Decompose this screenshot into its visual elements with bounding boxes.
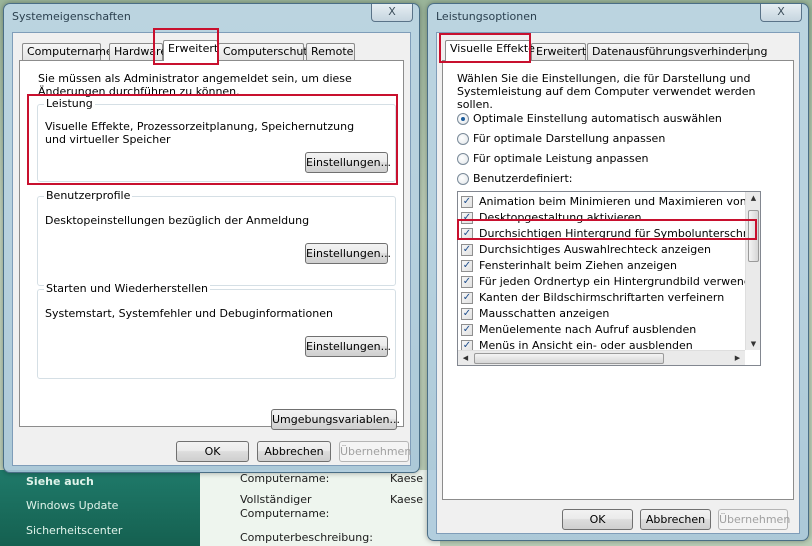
window-title: Leistungsoptionen — [436, 10, 537, 23]
computer-name-label: Computername: — [240, 472, 330, 485]
checkbox-checked-icon[interactable]: ✓ — [461, 260, 473, 272]
user-profiles-group-label: Benutzerprofile — [44, 189, 133, 202]
tab-remote[interactable]: Remote — [306, 43, 355, 60]
checkbox-checked-icon[interactable]: ✓ — [461, 244, 473, 256]
radio-button-checked[interactable] — [457, 113, 469, 125]
performance-group-label: Leistung — [44, 97, 95, 110]
effects-listbox[interactable]: ✓ Animation beim Minimieren und Maximiere… — [457, 191, 761, 366]
full-computer-name-label: Vollständiger Computername: — [240, 493, 330, 520]
title-bar[interactable]: Systemeigenschaften X — [4, 4, 419, 30]
checkbox-checked-icon[interactable]: ✓ — [461, 324, 473, 336]
checkbox-checked-icon[interactable]: ✓ — [461, 276, 473, 288]
horizontal-scrollbar[interactable]: ◀ ▶ — [458, 350, 745, 365]
user-profiles-description: Desktopeinstellungen bezüglich der Anmel… — [45, 214, 310, 227]
user-profiles-settings-button[interactable]: Einstellungen... — [305, 243, 391, 264]
advanced-tab-panel: Sie müssen als Administrator angemeldet … — [19, 60, 404, 430]
close-button[interactable]: X — [371, 4, 413, 22]
computer-name-value: Kaese — [390, 472, 424, 485]
effect-label: Kanten der Bildschirmschriftarten verfei… — [479, 291, 725, 304]
performance-description: Visuelle Effekte, Prozessorzeitplanung, … — [45, 120, 355, 146]
apply-button[interactable]: Übernehmen — [339, 441, 411, 462]
effect-label: Für jeden Ordnertyp ein Hintergrundbild … — [479, 275, 761, 288]
effect-label: Durchsichtiges Auswahlrechteck anzeigen — [479, 243, 711, 256]
computer-info-panel: Computername: Kaese Vollständiger Comput… — [200, 470, 440, 546]
effect-label: Desktopgestaltung aktivieren — [479, 211, 642, 224]
environment-variables-button[interactable]: Umgebungsvariablen... — [271, 409, 400, 430]
title-bar[interactable]: Leistungsoptionen X — [428, 4, 808, 30]
checkbox-checked-icon[interactable]: ✓ — [461, 212, 473, 224]
effect-label: Durchsichtigen Hintergrund für Symbolunt… — [479, 227, 761, 240]
checkbox-checked-icon[interactable]: ✓ — [461, 292, 473, 304]
dialog-client: Computername Hardware Erweitert Computer… — [12, 32, 411, 466]
computer-description-label: Computerbeschreibung: — [240, 531, 373, 544]
window-title: Systemeigenschaften — [12, 10, 131, 23]
radio-button[interactable] — [457, 133, 469, 145]
effect-label: Animation beim Minimieren und Maximieren… — [479, 195, 760, 208]
cancel-button[interactable]: Abbrechen — [640, 509, 711, 530]
performance-group: Leistung Visuelle Effekte, Prozessorzeit… — [37, 97, 396, 182]
scroll-down-icon[interactable]: ▼ — [746, 340, 760, 348]
checkbox-checked-icon[interactable]: ✓ — [461, 196, 473, 208]
see-also-heading: Siehe auch — [26, 475, 94, 488]
ok-button[interactable]: OK — [176, 441, 249, 462]
close-button[interactable]: X — [760, 4, 802, 22]
cancel-button[interactable]: Abbrechen — [257, 441, 331, 462]
ok-button[interactable]: OK — [562, 509, 633, 530]
scroll-thumb[interactable] — [474, 353, 664, 364]
admin-note: Sie müssen als Administrator angemeldet … — [38, 72, 352, 98]
system-properties-dialog: Systemeigenschaften X Computername Hardw… — [3, 3, 420, 473]
security-center-link[interactable]: Sicherheitscenter — [26, 524, 122, 537]
visual-effects-panel: Wählen Sie die Einstellungen, die für Da… — [442, 60, 794, 500]
startup-recovery-description: Systemstart, Systemfehler und Debuginfor… — [45, 307, 333, 320]
effect-label: Mausschatten anzeigen — [479, 307, 610, 320]
radio-label: Für optimale Darstellung anpassen — [473, 132, 666, 145]
effect-label: Menüelemente nach Aufruf ausblenden — [479, 323, 697, 336]
radio-label: Für optimale Leistung anpassen — [473, 152, 649, 165]
radio-button[interactable] — [457, 173, 469, 185]
scroll-left-icon[interactable]: ◀ — [458, 354, 473, 362]
radio-button[interactable] — [457, 153, 469, 165]
radio-label: Benutzerdefiniert: — [473, 172, 573, 185]
radio-label: Optimale Einstellung automatisch auswähl… — [473, 112, 722, 125]
tab-advanced[interactable]: Erweitert — [531, 43, 586, 60]
scroll-up-icon[interactable]: ▲ — [746, 194, 760, 202]
tab-erweitert[interactable]: Erweitert — [163, 40, 218, 61]
full-computer-name-value: Kaese — [390, 493, 424, 506]
performance-settings-button[interactable]: Einstellungen... — [305, 152, 391, 173]
scroll-right-icon[interactable]: ▶ — [730, 354, 745, 362]
scroll-thumb[interactable] — [748, 210, 759, 262]
apply-button[interactable]: Übernehmen — [718, 509, 790, 530]
tab-computername[interactable]: Computername — [22, 43, 113, 60]
startup-recovery-settings-button[interactable]: Einstellungen... — [305, 336, 391, 357]
user-profiles-group: Benutzerprofile Desktopeinstellungen bez… — [37, 189, 396, 286]
checkbox-checked-icon[interactable]: ✓ — [461, 308, 473, 320]
tab-dep[interactable]: Datenausführungsverhinderung — [587, 43, 768, 60]
checkbox-checked-icon[interactable]: ✓ — [461, 228, 473, 240]
windows-update-link[interactable]: Windows Update — [26, 499, 118, 512]
tab-hardware[interactable]: Hardware — [109, 43, 167, 60]
performance-options-dialog: Leistungsoptionen X Visuelle Effekte Erw… — [427, 3, 809, 541]
intro-text: Wählen Sie die Einstellungen, die für Da… — [457, 72, 756, 111]
tab-visual-effects[interactable]: Visuelle Effekte — [445, 40, 535, 61]
close-icon: X — [777, 5, 785, 18]
tab-computerschutz[interactable]: Computerschutz — [218, 43, 314, 60]
control-panel-sidebar: Siehe auch Windows Update Sicherheitscen… — [0, 470, 200, 546]
vertical-scrollbar[interactable]: ▲ ▼ — [745, 192, 760, 350]
close-icon: X — [388, 5, 396, 18]
startup-recovery-group: Starten und Wiederherstellen Systemstart… — [37, 282, 396, 379]
startup-recovery-group-label: Starten und Wiederherstellen — [44, 282, 210, 295]
dialog-client: Visuelle Effekte Erweitert Datenausführu… — [436, 32, 800, 534]
effect-label: Fensterinhalt beim Ziehen anzeigen — [479, 259, 678, 272]
